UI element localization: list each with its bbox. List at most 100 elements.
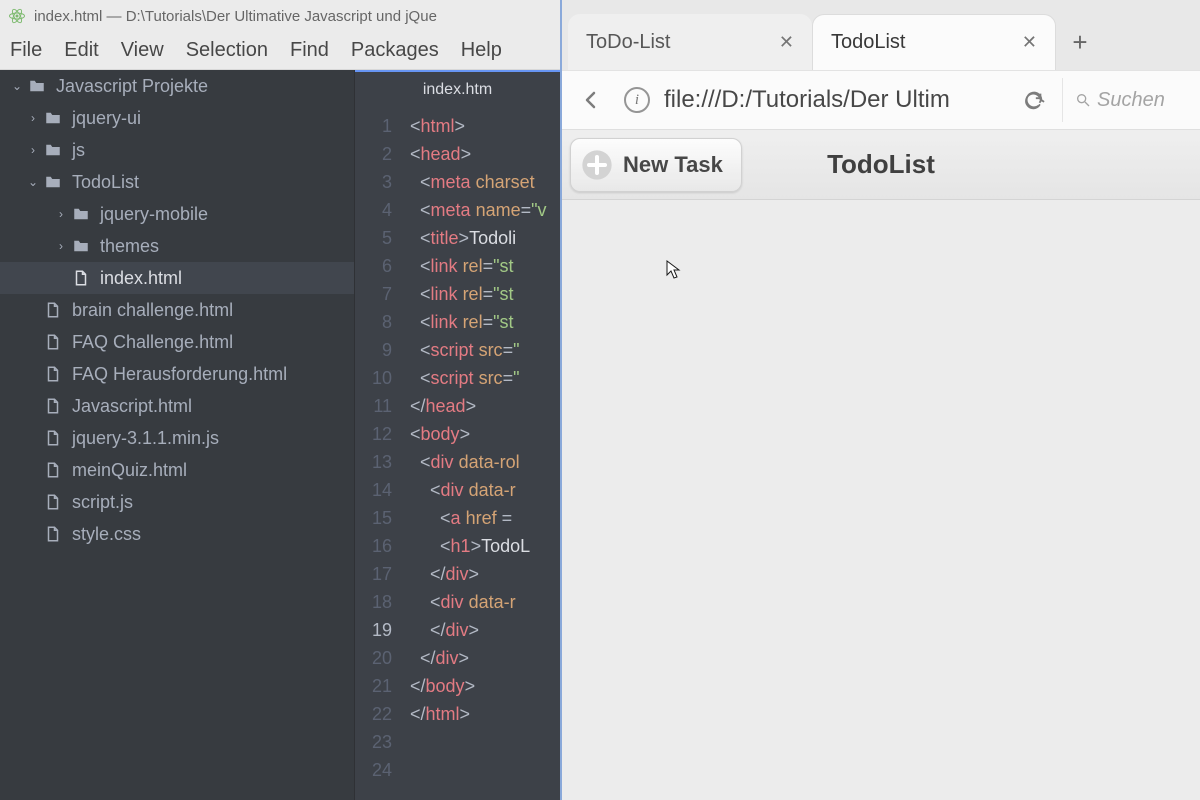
folder-icon	[44, 141, 62, 159]
line-number: 1	[355, 112, 392, 140]
file-icon	[44, 333, 62, 351]
new-task-button[interactable]: New Task	[570, 138, 742, 192]
editor-title: index.html — D:\Tutorials\Der Ultimative…	[34, 8, 437, 25]
chevron-icon: ⌄	[26, 175, 40, 189]
tree-item[interactable]: › jquery-ui	[0, 102, 354, 134]
line-number: 7	[355, 280, 392, 308]
folder-icon	[28, 77, 46, 95]
line-number: 2	[355, 140, 392, 168]
browser-tab[interactable]: ToDo-List ✕	[568, 14, 812, 70]
arrow-left-icon	[580, 88, 604, 112]
tree-item[interactable]: jquery-3.1.1.min.js	[0, 422, 354, 454]
line-number: 20	[355, 644, 392, 672]
editor-tabbar: index.htm	[355, 70, 560, 108]
menu-find[interactable]: Find	[290, 39, 329, 62]
tree-item[interactable]: Javascript.html	[0, 390, 354, 422]
tree-item[interactable]: ›themes	[0, 230, 354, 262]
line-number: 6	[355, 252, 392, 280]
line-number: 22	[355, 700, 392, 728]
code-line: </div>	[410, 644, 560, 672]
tree-root-label: Javascript Projekte	[56, 76, 208, 97]
tree-item-label: js	[72, 140, 85, 161]
line-gutter: 123456789101112131415161718192021222324	[355, 108, 400, 784]
code-line: <script src="	[410, 364, 560, 392]
code-line: <meta name="v	[410, 196, 560, 224]
line-number: 9	[355, 336, 392, 364]
atom-icon	[8, 7, 26, 25]
code-line: <link rel="st	[410, 280, 560, 308]
line-number: 15	[355, 504, 392, 532]
editor-tab[interactable]: index.htm	[355, 70, 560, 108]
line-number: 24	[355, 756, 392, 784]
code-line: </html>	[410, 700, 560, 728]
file-icon	[44, 301, 62, 319]
back-button[interactable]	[570, 78, 614, 122]
tree-root[interactable]: ⌄ Javascript Projekte	[0, 70, 354, 102]
code-line: <html>	[410, 112, 560, 140]
menu-edit[interactable]: Edit	[64, 39, 98, 62]
tree-item-label: script.js	[72, 492, 133, 513]
plus-circle-icon	[581, 149, 613, 181]
tree-item[interactable]: style.css	[0, 518, 354, 550]
file-icon	[44, 365, 62, 383]
reload-icon	[1023, 89, 1045, 111]
new-tab-button[interactable]: +	[1060, 22, 1100, 62]
folder-icon	[72, 205, 90, 223]
line-number: 21	[355, 672, 392, 700]
line-number: 5	[355, 224, 392, 252]
browser-tab[interactable]: TodoList ✕	[812, 14, 1056, 70]
tree-item[interactable]: ⌄TodoList	[0, 166, 354, 198]
line-number: 14	[355, 476, 392, 504]
search-placeholder: Suchen	[1097, 89, 1165, 112]
line-number: 4	[355, 196, 392, 224]
url-bar[interactable]: i file:///D:/Tutorials/Der Ultim	[620, 78, 1006, 122]
tree-item[interactable]: meinQuiz.html	[0, 454, 354, 486]
browser-navbar: i file:///D:/Tutorials/Der Ultim Suchen	[562, 70, 1200, 130]
tree-item[interactable]: brain challenge.html	[0, 294, 354, 326]
close-icon[interactable]: ✕	[1022, 32, 1037, 53]
tree-item[interactable]: FAQ Challenge.html	[0, 326, 354, 358]
menu-file[interactable]: File	[10, 39, 42, 62]
code-line: <head>	[410, 140, 560, 168]
browser-tabstrip: ToDo-List ✕ TodoList ✕ +	[562, 0, 1200, 70]
file-icon	[44, 525, 62, 543]
editor-tab-label: index.htm	[423, 81, 492, 99]
browser-search[interactable]: Suchen	[1062, 78, 1192, 122]
tree-item[interactable]: FAQ Herausforderung.html	[0, 358, 354, 390]
folder-icon	[44, 173, 62, 191]
file-icon	[44, 429, 62, 447]
file-icon	[44, 397, 62, 415]
tree-item-label: jquery-ui	[72, 108, 141, 129]
tree-item[interactable]: ›jquery-mobile	[0, 198, 354, 230]
code-editor[interactable]: 123456789101112131415161718192021222324 …	[355, 108, 560, 800]
tree-item[interactable]: ›js	[0, 134, 354, 166]
close-icon[interactable]: ✕	[779, 32, 794, 53]
tree-item[interactable]: index.html	[0, 262, 354, 294]
line-number: 16	[355, 532, 392, 560]
browser-tab-label: TodoList	[831, 31, 906, 54]
tree-item-label: themes	[100, 236, 159, 257]
tree-item-label: index.html	[100, 268, 182, 289]
browser-tab-label: ToDo-List	[586, 31, 670, 54]
menu-view[interactable]: View	[121, 39, 164, 62]
info-icon[interactable]: i	[624, 87, 650, 113]
chevron-icon: ›	[26, 111, 40, 125]
page-content: New Task TodoList	[562, 130, 1200, 800]
code-text: <html><head> <meta charset <meta name="v…	[410, 112, 560, 728]
file-tree[interactable]: ⌄ Javascript Projekte › jquery-ui ›js⌄Todo…	[0, 70, 355, 800]
tree-item-label: brain challenge.html	[72, 300, 233, 321]
menu-packages[interactable]: Packages	[351, 39, 439, 62]
code-line: <link rel="st	[410, 252, 560, 280]
line-number: 17	[355, 560, 392, 588]
code-line: </body>	[410, 672, 560, 700]
menu-help[interactable]: Help	[461, 39, 502, 62]
code-line: <h1>TodoL	[410, 532, 560, 560]
code-line: </div>	[410, 616, 560, 644]
reload-button[interactable]	[1012, 78, 1056, 122]
menu-selection[interactable]: Selection	[186, 39, 268, 62]
search-icon	[1075, 92, 1091, 108]
tree-item[interactable]: script.js	[0, 486, 354, 518]
editor-window: index.html — D:\Tutorials\Der Ultimative…	[0, 0, 560, 800]
code-line: <link rel="st	[410, 308, 560, 336]
code-line: <a href =	[410, 504, 560, 532]
